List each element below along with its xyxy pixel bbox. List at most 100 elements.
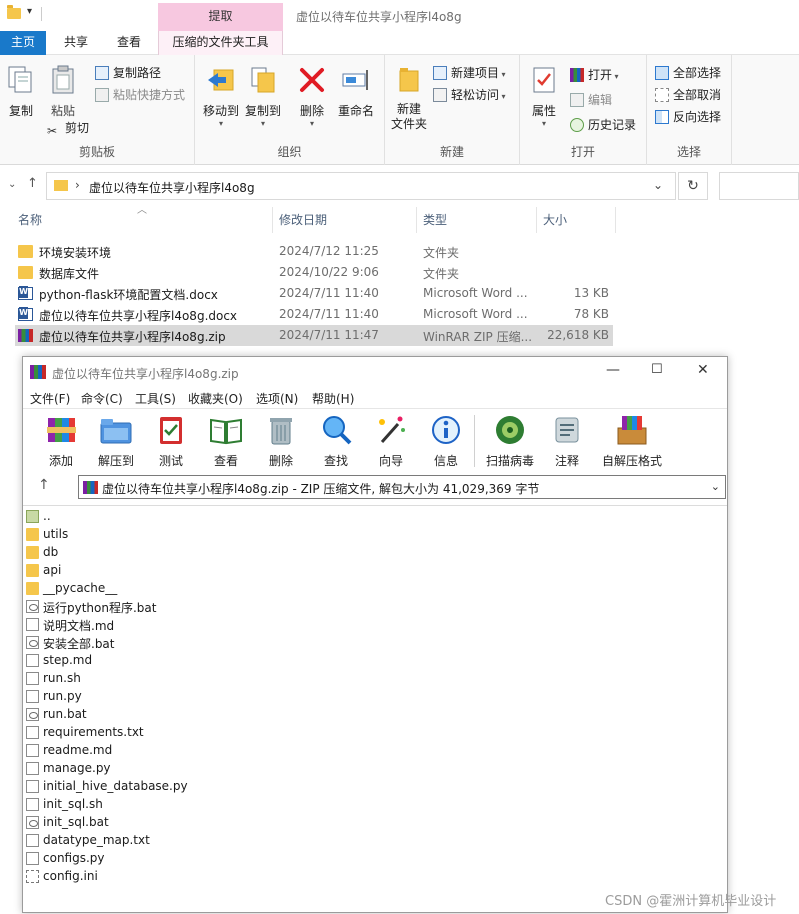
file-type: WinRAR ZIP 压缩... xyxy=(423,330,533,344)
menu-favorites[interactable]: 收藏夹(O) xyxy=(188,390,243,407)
info-button[interactable]: 信息 xyxy=(426,414,466,469)
new-folder-button[interactable]: 新建 文件夹 xyxy=(389,65,429,132)
divider xyxy=(474,415,475,467)
winrar-icon[interactable] xyxy=(30,365,46,379)
word-icon xyxy=(18,307,33,321)
menu-file[interactable]: 文件(F) xyxy=(30,390,70,407)
new-item-button[interactable]: 新建项目 ▾ xyxy=(433,64,506,81)
extract-context-tab[interactable]: 提取 xyxy=(158,3,283,31)
column-header-type[interactable]: 类型 xyxy=(423,206,447,234)
file-row-selected[interactable]: 虚位以待车位共享小程序l4o8g.zip 2024/7/11 11:47 Win… xyxy=(15,325,613,346)
properties-check-icon xyxy=(533,67,555,93)
file-row[interactable]: 环境安装环境 2024/7/12 11:25 文件夹 xyxy=(15,241,613,262)
menu-commands[interactable]: 命令(C) xyxy=(81,390,123,407)
menu-help[interactable]: 帮助(H) xyxy=(312,390,354,407)
menu-tools[interactable]: 工具(S) xyxy=(135,390,176,407)
comment-icon xyxy=(555,417,579,443)
copy-button[interactable]: 复制 xyxy=(5,65,37,119)
invert-selection-button[interactable]: 反向选择 xyxy=(655,108,721,125)
properties-button[interactable]: 属性 ▾ xyxy=(526,65,562,128)
extract-to-button[interactable]: 解压到 xyxy=(95,414,137,469)
refresh-icon: ↻ xyxy=(687,178,699,194)
add-button[interactable]: 添加 xyxy=(41,414,81,469)
open-button[interactable]: 打开 ▾ xyxy=(570,66,619,83)
file-type: Microsoft Word ... xyxy=(423,307,528,321)
quick-access-dropdown-icon[interactable]: ▾ xyxy=(27,6,32,17)
divider[interactable] xyxy=(536,207,537,233)
entry-name: 安装全部.bat xyxy=(43,637,115,651)
easy-access-button[interactable]: 轻松访问 ▾ xyxy=(433,86,506,103)
cut-label: 剪切 xyxy=(65,121,90,135)
entry-name: init_sql.bat xyxy=(43,815,109,829)
cut-button[interactable]: ✂ 剪切 xyxy=(47,119,89,138)
paste-shortcut-button[interactable]: 粘贴快捷方式 xyxy=(95,86,185,103)
breadcrumb-chevron-icon[interactable]: › xyxy=(75,178,80,192)
tab-home[interactable]: 主页 xyxy=(0,31,46,55)
search-input[interactable] xyxy=(719,172,799,200)
chevron-down-icon[interactable]: ⌄ xyxy=(653,178,663,192)
history-button[interactable]: 历史记录 xyxy=(570,116,636,133)
up-arrow-icon[interactable]: ↑ xyxy=(27,176,38,191)
delete-button[interactable]: 删除 ▾ xyxy=(297,65,327,128)
invert-selection-icon xyxy=(655,110,669,124)
entry-name: initial_hive_database.py xyxy=(43,779,188,793)
comment-button[interactable]: 注释 xyxy=(547,414,587,469)
rename-label: 重命名 xyxy=(337,104,374,118)
entry-name: db xyxy=(43,545,59,559)
delete-label: 删除 xyxy=(299,104,324,118)
refresh-button[interactable]: ↻ xyxy=(678,172,708,200)
file-name: 虚位以待车位共享小程序l4o8g.docx xyxy=(39,309,238,323)
sfx-button[interactable]: 自解压格式 xyxy=(599,414,665,469)
tab-share[interactable]: 共享 xyxy=(51,31,101,55)
winrar-icon xyxy=(83,481,98,494)
divider[interactable] xyxy=(272,207,273,233)
winrar-path-row: ↑ 虚位以待车位共享小程序l4o8g.zip - ZIP 压缩文件, 解包大小为… xyxy=(23,474,727,500)
move-to-button[interactable]: 移动到 ▾ xyxy=(201,65,241,128)
maximize-icon[interactable]: ☐ xyxy=(651,362,663,377)
chevron-down-icon[interactable]: ⌄ xyxy=(711,480,720,493)
column-header-size[interactable]: 大小 xyxy=(543,206,567,234)
open-label: 打开 xyxy=(588,68,613,82)
view-button[interactable]: 查看 xyxy=(203,414,249,469)
menu-options[interactable]: 选项(N) xyxy=(256,390,298,407)
divider[interactable] xyxy=(615,207,616,233)
column-header-date[interactable]: 修改日期 xyxy=(279,206,327,234)
up-arrow-icon[interactable]: ↑ xyxy=(38,477,50,493)
file-row[interactable]: python-flask环境配置文档.docx 2024/7/11 11:40 … xyxy=(15,283,613,304)
sfx-archive-icon xyxy=(617,416,647,445)
address-bar[interactable]: › 虚位以待车位共享小程序l4o8g ⌄ xyxy=(46,172,676,200)
winrar-delete-button[interactable]: 删除 xyxy=(261,414,301,469)
organize-group: 移动到 ▾ 复制到 ▾ 删除 ▾ 重命名 组织 xyxy=(195,55,385,165)
paste-button[interactable]: 粘贴 xyxy=(46,65,80,119)
copy-path-button[interactable]: 复制路径 xyxy=(95,64,161,81)
archive-path-dropdown[interactable]: 虚位以待车位共享小程序l4o8g.zip - ZIP 压缩文件, 解包大小为 4… xyxy=(78,475,726,499)
magnifier-icon xyxy=(323,416,352,445)
select-all-button[interactable]: 全部选择 xyxy=(655,64,721,81)
wizard-button[interactable]: 向导 xyxy=(371,414,411,469)
test-button[interactable]: 测试 xyxy=(151,414,191,469)
virus-scan-icon xyxy=(496,416,524,444)
scan-virus-button[interactable]: 扫描病毒 xyxy=(483,414,537,469)
copy-to-button[interactable]: 复制到 ▾ xyxy=(243,65,283,128)
rename-button[interactable]: 重命名 xyxy=(334,65,378,119)
entry-name: step.md xyxy=(43,653,93,667)
edit-button[interactable]: 编辑 xyxy=(570,91,612,108)
select-none-button[interactable]: 全部取消 xyxy=(655,86,721,103)
entry-name: __pycache__ xyxy=(43,581,118,595)
ribbon: 复制 粘贴 复制路径 粘贴快捷方式 ✂ 剪切 剪贴板 移动到 ▾ 复制到 ▾ 删… xyxy=(0,55,799,165)
breadcrumb[interactable]: 虚位以待车位共享小程序l4o8g xyxy=(89,179,255,196)
close-icon[interactable]: ✕ xyxy=(697,362,709,378)
tab-compressed-folder-tools[interactable]: 压缩的文件夹工具 xyxy=(158,31,283,55)
tab-view[interactable]: 查看 xyxy=(104,31,154,55)
file-row[interactable]: 虚位以待车位共享小程序l4o8g.docx 2024/7/11 11:40 Mi… xyxy=(15,304,613,325)
file-row[interactable]: 数据库文件 2024/10/22 9:06 文件夹 xyxy=(15,262,613,283)
folder-icon[interactable] xyxy=(7,5,21,19)
file-date: 2024/7/12 11:25 xyxy=(279,244,379,258)
file-type: 文件夹 xyxy=(423,246,460,260)
new-group-label: 新建 xyxy=(439,145,464,159)
divider[interactable] xyxy=(416,207,417,233)
recent-locations-dropdown-icon[interactable]: ⌄ xyxy=(8,179,16,190)
minimize-icon[interactable]: — xyxy=(606,362,620,378)
column-header-name[interactable]: 名称 xyxy=(18,206,42,234)
find-button[interactable]: 查找 xyxy=(316,414,356,469)
